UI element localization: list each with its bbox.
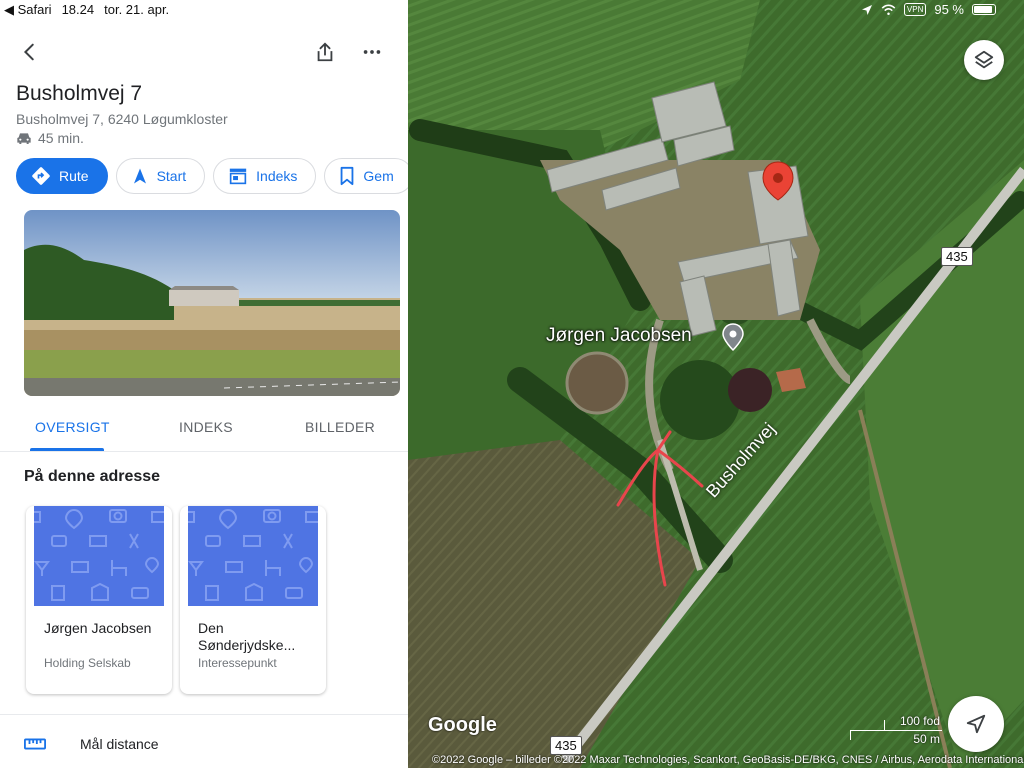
status-bar-left: ◀ Safari 18.24 tor. 21. apr. — [4, 2, 169, 18]
street-view-image — [24, 210, 400, 396]
start-label: Start — [156, 168, 187, 184]
ruler-icon — [24, 738, 46, 750]
card-subtitle: Holding Selskab — [44, 656, 131, 670]
navigation-arrow-icon — [133, 168, 146, 184]
layers-button[interactable] — [964, 40, 1004, 80]
more-horizontal-icon — [363, 50, 381, 54]
place-details-panel: Busholmvej 7 Busholmvej 7, 6240 Løgumklo… — [0, 0, 408, 768]
back-button[interactable] — [12, 34, 48, 70]
nearby-index-button[interactable]: Indeks — [213, 158, 317, 194]
map-attribution[interactable]: ©2022 Google – billeder ©2022 Maxar Tech… — [432, 754, 1024, 766]
scale-bar: 100 fod 50 m — [850, 714, 942, 748]
action-chips: Rute Start Indeks Gem — [16, 158, 408, 194]
poi-label[interactable]: Jørgen Jacobsen — [546, 325, 692, 347]
section-title: På denne adresse — [24, 468, 161, 485]
card-subtitle: Interessepunkt — [198, 656, 277, 670]
tab-overview[interactable]: OVERSIGT — [35, 419, 110, 435]
directions-button[interactable]: Rute — [16, 158, 108, 194]
panel-toolbar — [0, 34, 408, 72]
share-icon — [317, 42, 333, 62]
route-shield-bottom: 435 — [550, 736, 582, 755]
active-tab-indicator — [30, 448, 104, 451]
back-app-name: Safari — [17, 2, 52, 17]
wifi-icon — [881, 4, 896, 15]
directions-label: Rute — [59, 168, 89, 184]
route-shield-top: 435 — [941, 247, 973, 266]
place-icons-pattern — [34, 508, 164, 601]
card-placeholder-image — [34, 506, 164, 606]
back-to-app-link[interactable]: ◀ Safari — [4, 2, 52, 18]
car-icon — [17, 133, 31, 144]
divider — [0, 714, 408, 715]
card-placeholder-image — [188, 506, 318, 606]
street-view-photo[interactable] — [24, 210, 400, 396]
my-location-button[interactable] — [948, 696, 1004, 752]
google-logo: Google — [428, 714, 497, 736]
place-title: Busholmvej 7 — [16, 82, 143, 105]
layers-icon — [974, 50, 994, 69]
status-bar-right: VPN 95 % — [861, 2, 996, 17]
status-time: 18.24 — [61, 2, 95, 17]
tab-bar: OVERSIGT INDEKS BILLEDER — [0, 408, 408, 452]
save-label: Gem — [363, 168, 394, 184]
card-title: Den Sønderjydske... — [198, 620, 296, 653]
battery-icon — [972, 4, 996, 15]
location-services-icon — [861, 4, 872, 15]
measure-distance-label: Mål distance — [80, 736, 159, 752]
bookmark-icon — [341, 166, 354, 186]
place-address[interactable]: Busholmvej 7, 6240 Løgumkloster — [16, 111, 228, 127]
storefront-icon — [229, 168, 247, 185]
more-options-button[interactable] — [354, 34, 390, 70]
share-button[interactable] — [307, 34, 343, 70]
measure-distance-row[interactable]: Mål distance — [24, 736, 159, 752]
vpn-badge: VPN — [903, 3, 927, 16]
index-label: Indeks — [256, 168, 298, 184]
save-button[interactable]: Gem — [324, 158, 408, 194]
navigation-arrow-outline-icon — [966, 714, 986, 734]
scale-feet: 100 fod — [899, 714, 940, 728]
scale-meters: 50 m — [913, 732, 940, 746]
address-card-2[interactable]: Den Sønderjydske... Interessepunkt — [180, 506, 326, 694]
address-card-1[interactable]: Jørgen Jacobsen Holding Selskab — [26, 506, 172, 694]
card-title: Jørgen Jacobsen — [44, 620, 152, 636]
tab-photos[interactable]: BILLEDER — [305, 419, 375, 435]
battery-percent: 95 % — [934, 2, 964, 17]
place-icons-pattern — [188, 508, 318, 601]
chevron-left-icon — [23, 43, 34, 61]
start-button[interactable]: Start — [115, 158, 206, 194]
drive-time: 45 min. — [38, 130, 84, 146]
status-date: tor. 21. apr. — [104, 2, 170, 17]
drive-time-row[interactable]: 45 min. — [16, 130, 84, 146]
tab-index[interactable]: INDEKS — [179, 419, 233, 435]
directions-icon — [32, 167, 50, 185]
